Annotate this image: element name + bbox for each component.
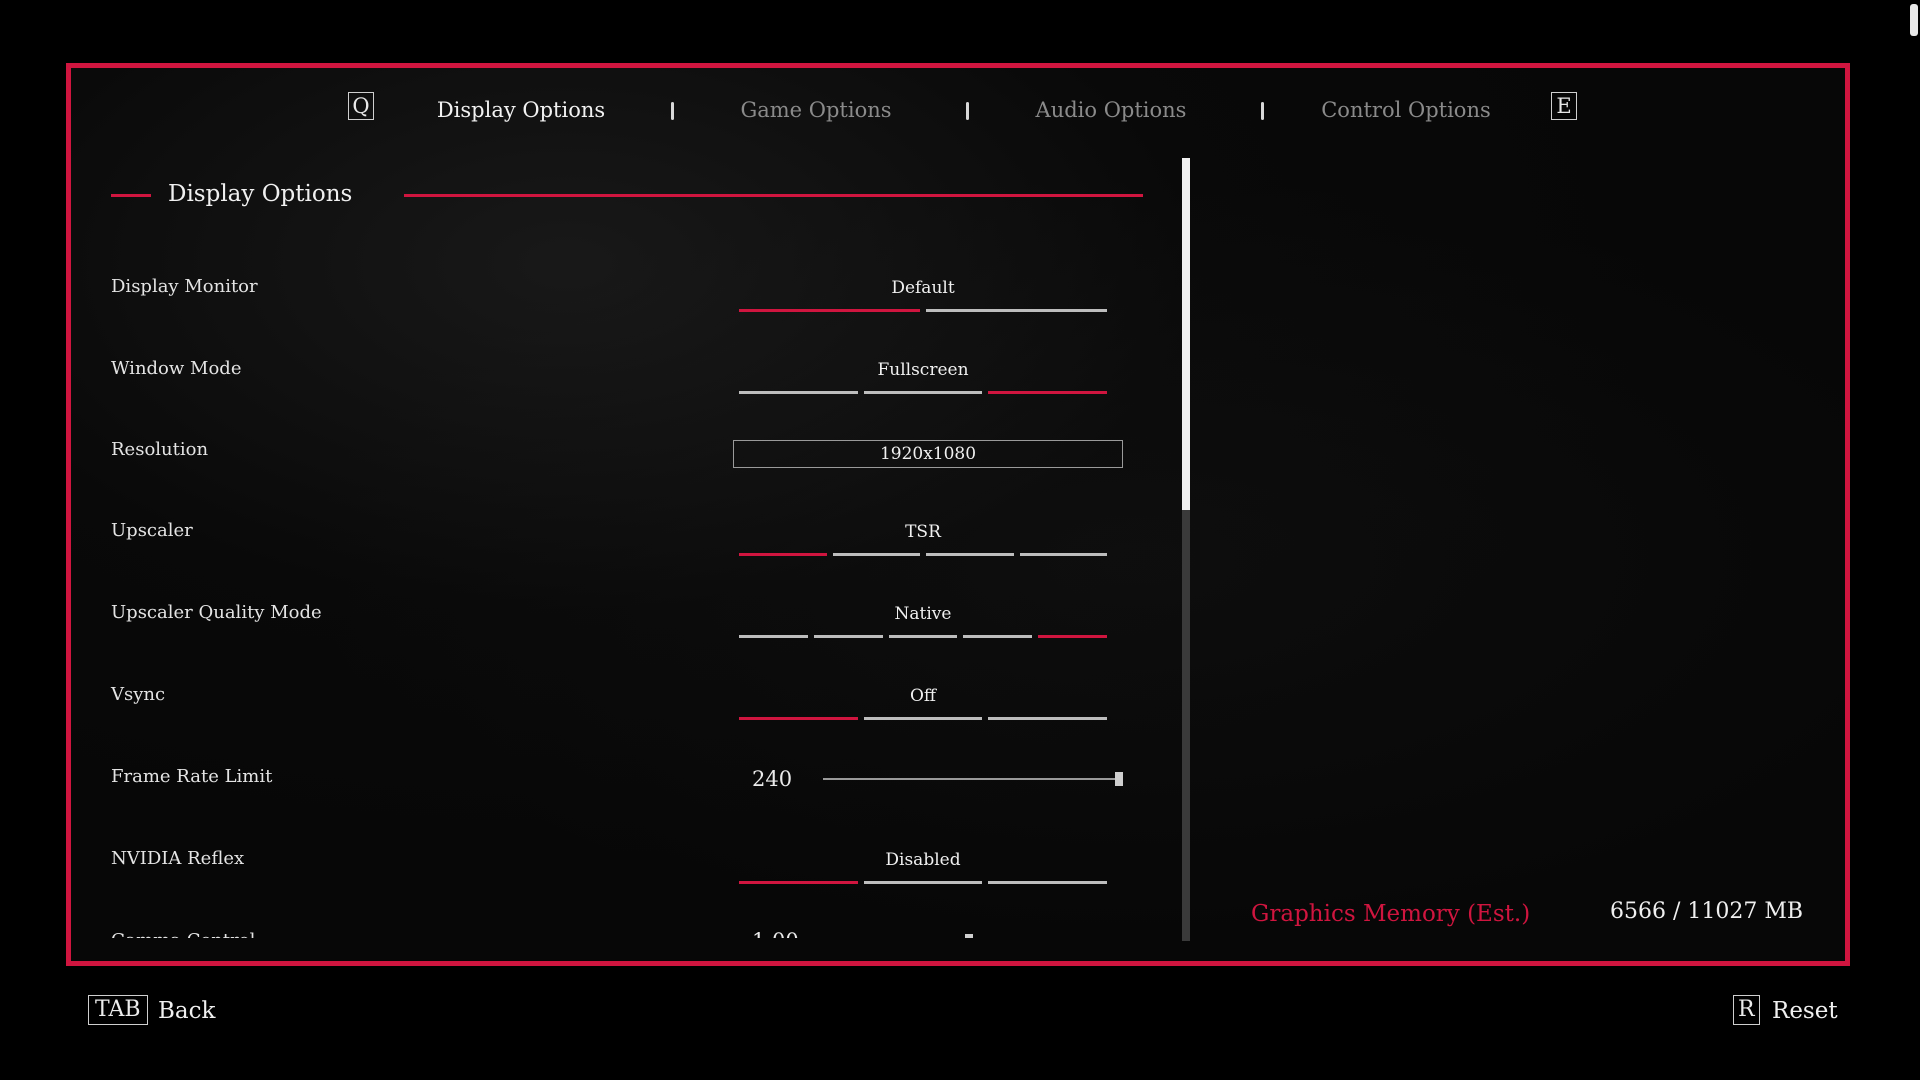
nvidia-reflex-value[interactable]: Disabled (739, 849, 1107, 871)
scrollbar-thumb[interactable] (1182, 158, 1190, 511)
vsync-value[interactable]: Off (739, 685, 1107, 707)
selector-segment (863, 717, 983, 720)
selector-segment (739, 635, 808, 638)
section-title: Display Options (168, 181, 353, 207)
gamma-control-slider-handle[interactable] (965, 934, 973, 938)
options-scrollbar[interactable] (1182, 158, 1190, 941)
frame-rate-limit-label: Frame Rate Limit (111, 766, 273, 787)
upscaler-selector[interactable] (739, 553, 1107, 556)
upscaler-quality-mode-selector[interactable] (739, 635, 1107, 638)
selector-segment (739, 553, 827, 556)
selector-segment (1019, 553, 1107, 556)
selector-segment (863, 391, 983, 394)
window-mode-value[interactable]: Fullscreen (739, 359, 1107, 381)
options-list: Display Options Display Monitor Default … (71, 68, 1171, 938)
selector-segment (739, 881, 858, 884)
section-divider (404, 194, 1143, 197)
nvidia-reflex-selector[interactable] (739, 881, 1108, 884)
graphics-memory-value: 6566 / 11027 MB (1610, 899, 1804, 924)
display-monitor-selector[interactable] (739, 309, 1107, 312)
gamma-control-label: Gamma Control (111, 929, 255, 938)
selector-segment (963, 635, 1033, 638)
tab-control-options[interactable]: Control Options (1321, 96, 1491, 124)
upscaler-label: Upscaler (111, 520, 193, 541)
reset-button[interactable]: Reset (1772, 995, 1838, 1027)
upscaler-value[interactable]: TSR (739, 521, 1107, 543)
frame-rate-limit-slider[interactable] (823, 778, 1123, 780)
selector-segment (863, 881, 983, 884)
selector-segment (832, 553, 920, 556)
window-mode-selector[interactable] (739, 391, 1108, 394)
selector-segment (988, 391, 1108, 394)
frame-rate-limit-value: 240 (752, 767, 793, 791)
next-tab-key[interactable]: E (1551, 92, 1577, 120)
settings-screen: Q Display Options Game Options Audio Opt… (0, 0, 1920, 1080)
graphics-memory-label: Graphics Memory (Est.) (1251, 901, 1531, 927)
selector-segment (739, 717, 858, 720)
selector-segment (926, 553, 1014, 556)
vsync-label: Vsync (111, 684, 166, 705)
window-mode-label: Window Mode (111, 358, 242, 379)
section-divider (111, 194, 151, 197)
upscaler-quality-mode-value[interactable]: Native (739, 603, 1107, 625)
upscaler-quality-mode-label: Upscaler Quality Mode (111, 602, 322, 623)
settings-panel: Q Display Options Game Options Audio Opt… (66, 63, 1850, 966)
selector-segment (739, 391, 858, 394)
back-button[interactable]: Back (158, 995, 215, 1027)
gamma-control-value: 1.00 (752, 928, 799, 938)
back-key[interactable]: TAB (88, 995, 148, 1025)
display-monitor-label: Display Monitor (111, 276, 258, 297)
selector-segment (926, 309, 1107, 312)
selector-segment (813, 635, 883, 638)
section-header: Display Options (111, 178, 1143, 210)
selector-segment (988, 881, 1108, 884)
selector-segment (888, 635, 958, 638)
window-edge-marker (1910, 4, 1918, 36)
tab-separator (1261, 102, 1264, 120)
selector-segment (1038, 635, 1107, 638)
resolution-dropdown[interactable]: 1920x1080 (733, 440, 1123, 468)
resolution-label: Resolution (111, 439, 209, 460)
selector-segment (988, 717, 1108, 720)
nvidia-reflex-label: NVIDIA Reflex (111, 848, 245, 869)
reset-key[interactable]: R (1733, 995, 1760, 1025)
display-monitor-value[interactable]: Default (739, 277, 1107, 299)
selector-segment (739, 309, 920, 312)
vsync-selector[interactable] (739, 717, 1108, 720)
frame-rate-limit-slider-handle[interactable] (1115, 772, 1123, 786)
